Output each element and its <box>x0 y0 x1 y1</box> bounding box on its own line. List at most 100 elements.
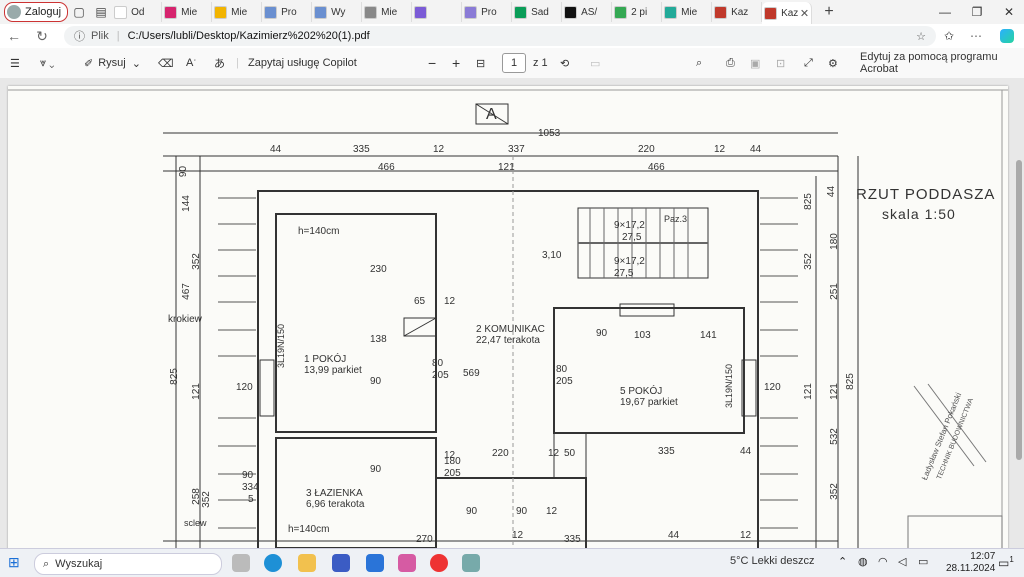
browser-tab[interactable] <box>412 2 463 22</box>
highlight-icon[interactable]: ⩔ ⌄ <box>40 48 54 78</box>
vertical-scrollbar[interactable] <box>1016 160 1022 460</box>
dimension-label: 141 <box>700 330 717 341</box>
save-icon[interactable]: ▣ <box>750 48 760 78</box>
browser-tab[interactable]: Mie <box>212 2 263 22</box>
shield-icon <box>464 5 478 19</box>
workspaces-icon[interactable]: ▢ <box>68 2 90 22</box>
browser-tab[interactable]: Mie <box>162 2 213 22</box>
clock[interactable]: 12:07 28.11.2024 <box>946 551 995 575</box>
tray-chevron-icon[interactable]: ⌃ <box>838 555 847 568</box>
page-number-input[interactable]: 1 <box>502 53 526 73</box>
dimension-label: 180 <box>444 456 461 467</box>
zoom-out-icon[interactable]: − <box>428 48 436 78</box>
edit-in-acrobat-button[interactable]: Edytuj za pomocą programu Acrobat <box>860 48 1024 78</box>
battery-icon[interactable]: ▭ <box>918 555 928 568</box>
dimension-label: 467 <box>180 283 192 300</box>
save-as-icon[interactable]: ⊡ <box>776 48 785 78</box>
browser-tab[interactable]: AS/ <box>562 2 613 22</box>
dimension-label: 205 <box>444 468 461 479</box>
dimension-label: 12 <box>444 296 456 307</box>
s-icon <box>364 5 378 19</box>
browser-tab[interactable]: Wy <box>312 2 363 22</box>
store-icon[interactable] <box>332 554 350 572</box>
profile-button[interactable]: Zaloguj <box>4 2 69 22</box>
print-icon[interactable]: ⎙ <box>726 48 735 78</box>
network-icon[interactable]: ◍ <box>858 555 868 568</box>
copilot-icon[interactable] <box>1000 24 1014 48</box>
dimension-label: 103 <box>634 330 651 341</box>
fullscreen-icon[interactable]: ⤢ <box>804 48 813 78</box>
back-icon[interactable]: ← <box>0 24 28 48</box>
search-icon[interactable]: ⌕ <box>696 48 702 78</box>
browser-tab[interactable]: Pro <box>262 2 313 22</box>
favorite-star-icon[interactable]: ☆ <box>916 30 926 43</box>
room-label: 2 KOMUNIKAC 22,47 terakota <box>476 324 545 346</box>
weather-text[interactable]: 5°C Lekki deszcz <box>730 555 815 567</box>
volume-icon[interactable]: ◁ <box>898 555 906 568</box>
dimension-label: 12 <box>548 448 560 459</box>
pdf-toolbar: ☰ ⩔ ⌄ ✐ Rysuj ⌄ ⌫ Aʾ あ | Zapytaj usługę … <box>0 48 1024 79</box>
task-view-icon[interactable] <box>232 554 250 572</box>
browser-tab[interactable]: Sad <box>512 2 563 22</box>
favorites-icon[interactable]: ✩ <box>944 24 954 48</box>
browser-tab[interactable]: Pro <box>462 2 513 22</box>
dimension-label: 90 <box>370 464 382 475</box>
dimension-label: 12 <box>433 144 445 155</box>
ask-copilot-button[interactable]: Zapytaj usługę Copilot <box>248 48 357 78</box>
edge-icon[interactable] <box>264 554 282 572</box>
mail-icon[interactable] <box>366 554 384 572</box>
browser-tab[interactable]: 2 pi <box>612 2 663 22</box>
height-note-1: h=140cm <box>298 226 340 237</box>
url-field[interactable]: ⓘ Plik | C:/Users/lubli/Desktop/Kazimier… <box>64 26 936 46</box>
minimize-icon[interactable]: — <box>930 0 960 24</box>
square-icon <box>614 5 628 19</box>
refresh-icon[interactable]: ↻ <box>28 24 56 48</box>
maximize-icon[interactable]: ❐ <box>962 0 992 24</box>
file-explorer-icon[interactable] <box>298 554 316 572</box>
rotate-icon[interactable]: ⟲ <box>560 48 569 78</box>
gift-icon[interactable] <box>398 554 416 572</box>
settings-icon[interactable]: ⚙ <box>828 48 838 78</box>
browser-tab[interactable]: Kaz <box>712 2 763 22</box>
dimension-label: 466 <box>648 162 665 173</box>
page-view-icon[interactable]: ▭ <box>590 48 600 78</box>
zoom-in-icon[interactable]: + <box>452 48 460 78</box>
draw-button[interactable]: ✐ Rysuj ⌄ <box>84 48 141 78</box>
stairs-note-2b: 27,5 <box>614 268 634 279</box>
dimension-label: 90 <box>242 470 254 481</box>
fit-page-icon[interactable]: ⊟ <box>476 48 485 78</box>
browser-tab[interactable]: Kaz ✕ <box>762 2 813 24</box>
new-tab-icon[interactable]: + <box>818 2 840 22</box>
room-label: 3 ŁAZIENKA 6,96 terakota <box>306 488 365 510</box>
browser-tab[interactable]: Mie <box>362 2 413 22</box>
close-tab-icon[interactable]: ✕ <box>800 7 809 20</box>
search-placeholder: Wyszukaj <box>55 558 103 570</box>
diamond-icon <box>164 5 178 19</box>
start-icon[interactable]: ⊞ <box>8 554 20 571</box>
tab-label: Mie <box>681 6 698 18</box>
info-icon[interactable]: ⓘ <box>74 28 85 44</box>
tab-actions-icon[interactable]: ▤ <box>90 2 112 22</box>
notification-icon[interactable]: ▭1 <box>998 555 1014 570</box>
tab-label: Kaz <box>781 7 799 19</box>
speaker-icon <box>414 5 428 19</box>
paint-icon[interactable] <box>462 554 480 572</box>
pdf-viewer[interactable]: A RZUT PODDASZA skala 1:50 h=140cm h=140… <box>0 78 1024 548</box>
contents-icon[interactable]: ☰ <box>10 48 20 78</box>
taskbar-search[interactable]: ⌕ Wyszukaj <box>34 553 222 575</box>
translate-icon[interactable]: あ <box>214 48 225 78</box>
browser-tab[interactable]: Mie <box>662 2 713 22</box>
dimension-label: 251 <box>828 283 840 300</box>
opera-icon[interactable] <box>430 554 448 572</box>
drawing-scale: skala 1:50 <box>882 206 956 222</box>
dimension-label: 90 <box>178 165 190 178</box>
page-number-field[interactable]: 1 <box>502 48 526 78</box>
tab-label: Mie <box>381 6 398 18</box>
read-aloud-icon[interactable]: Aʾ <box>186 48 196 78</box>
browser-tab[interactable]: Od <box>112 2 163 22</box>
close-window-icon[interactable]: ✕ <box>994 0 1024 24</box>
extensions-icon[interactable]: ⋯ <box>970 24 982 48</box>
wifi-icon[interactable]: ◠ <box>878 555 888 568</box>
dimension-label: 90 <box>516 506 528 517</box>
eraser-icon[interactable]: ⌫ <box>158 48 174 78</box>
